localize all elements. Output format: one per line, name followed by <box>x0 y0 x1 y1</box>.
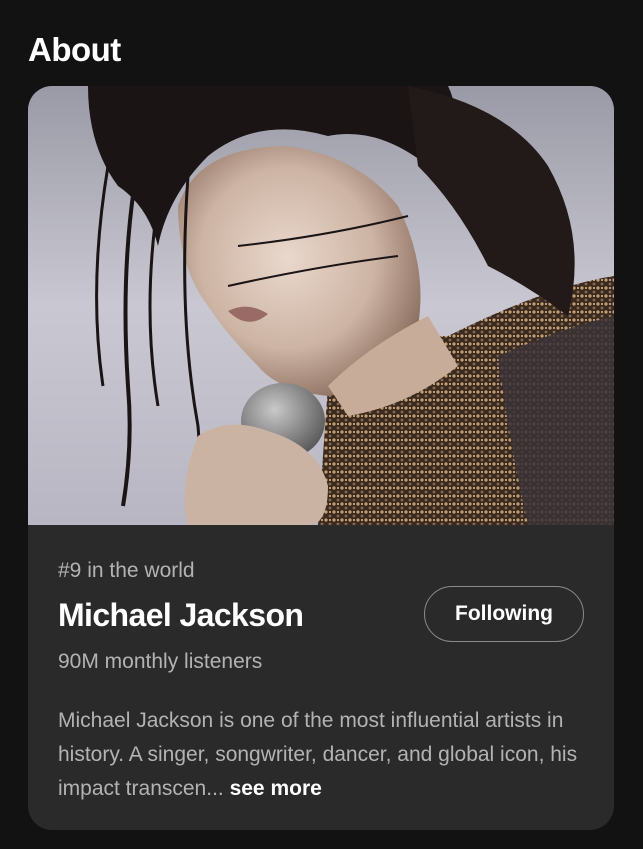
artist-bio: Michael Jackson is one of the most influ… <box>58 704 588 806</box>
artist-rank: #9 in the world <box>58 559 195 582</box>
artist-photo <box>28 86 614 525</box>
section-title: About <box>28 31 121 68</box>
monthly-listeners: 90M monthly listeners <box>58 650 263 673</box>
see-more-link[interactable]: see more <box>230 777 322 800</box>
following-button[interactable]: Following <box>424 586 584 642</box>
artist-name[interactable]: Michael Jackson <box>58 594 304 636</box>
about-card[interactable]: #9 in the world Michael Jackson 90M mont… <box>28 86 614 830</box>
